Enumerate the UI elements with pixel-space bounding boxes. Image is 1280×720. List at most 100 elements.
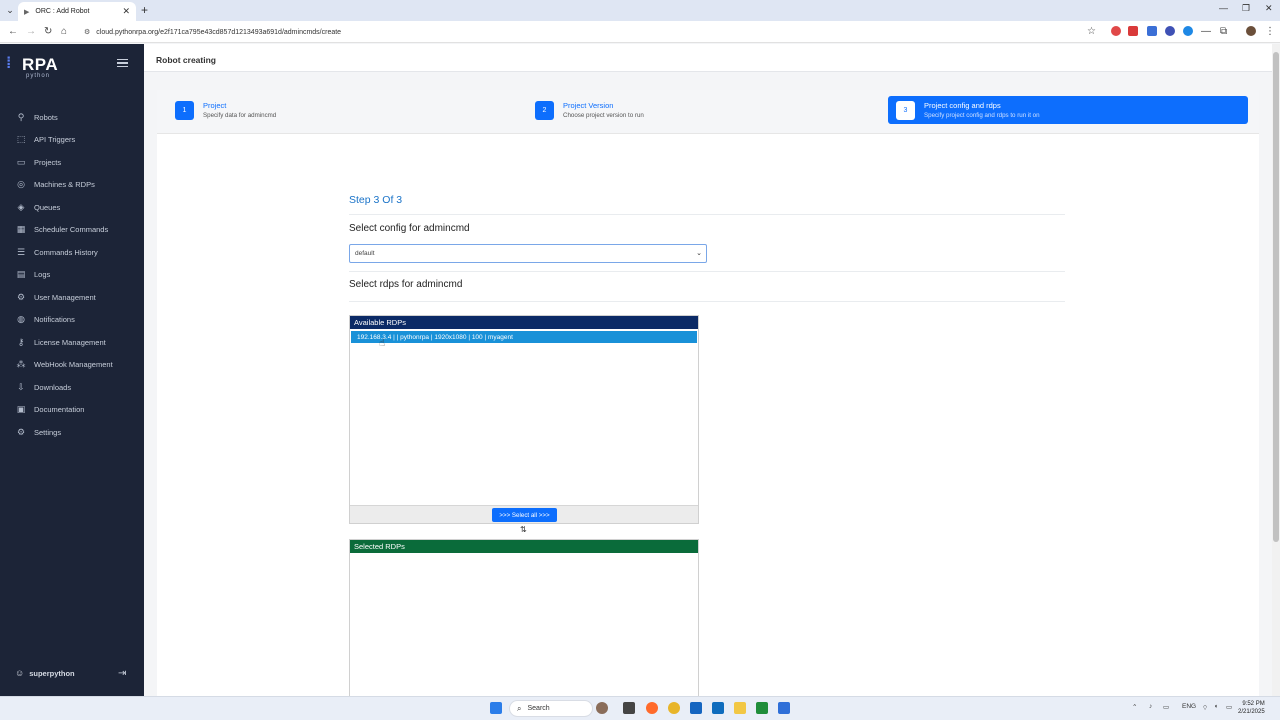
- step-number: 3: [896, 100, 915, 120]
- logo[interactable]: ⁞ RPA python: [6, 55, 58, 79]
- sidebar-item-documentation[interactable]: ▣ Documentation: [0, 399, 144, 422]
- available-rdps-header: Available RDPs: [350, 316, 698, 329]
- sidebar-item-queues[interactable]: ◈ Queues: [0, 196, 144, 219]
- home-icon[interactable]: ⌂: [61, 26, 67, 37]
- sidebar-item-webhook-management[interactable]: ⁂ WebHook Management: [0, 354, 144, 377]
- bookmark-star-icon[interactable]: ☆: [1087, 26, 1096, 37]
- task-view-icon[interactable]: [623, 702, 635, 714]
- file-explorer-icon[interactable]: [734, 702, 746, 714]
- sidebar-item-label: License Management: [34, 337, 106, 347]
- url-field[interactable]: ⚙ cloud.pythonrpa.org/e2f171ca795e43cd85…: [80, 24, 1100, 40]
- wifi-icon[interactable]: ⌔: [1202, 703, 1208, 712]
- divider: [349, 271, 1065, 272]
- language-indicator[interactable]: ENG: [1182, 703, 1196, 710]
- available-rdps-footer: >>> Select all >>>: [350, 505, 698, 523]
- stepper: 1 Project Specify data for admincmd 2 Pr…: [157, 90, 1259, 134]
- sidebar-item-user-management[interactable]: ⚙ User Management: [0, 286, 144, 309]
- bell-icon: ◍: [17, 314, 25, 325]
- app-icon[interactable]: [690, 702, 702, 714]
- mouse-cursor-icon: ☝: [379, 338, 386, 349]
- close-tab-icon[interactable]: ✕: [122, 6, 130, 17]
- browser-menu-icon[interactable]: ⋮: [1265, 26, 1275, 37]
- minimize-icon[interactable]: —: [1219, 3, 1228, 13]
- divider: [349, 301, 1065, 302]
- rdps-section-title: Select rdps for admincmd: [349, 279, 463, 290]
- extension-icon[interactable]: —: [1201, 26, 1211, 37]
- battery-icon[interactable]: ▭: [1226, 703, 1232, 711]
- chevron-up-icon[interactable]: ⌃: [1132, 703, 1137, 711]
- browser-tab[interactable]: ▶ ORC : Add Robot ✕: [18, 2, 136, 21]
- sidebar-item-robots[interactable]: ⚲ Robots: [0, 106, 144, 129]
- sidebar-item-license-management[interactable]: ⚷ License Management: [0, 331, 144, 354]
- extension-icon[interactable]: [1111, 26, 1121, 36]
- profile-avatar[interactable]: [1246, 26, 1256, 36]
- api-icon: ⬚: [16, 134, 26, 145]
- tab-search-icon[interactable]: ⌄: [3, 3, 17, 17]
- sidebar-item-downloads[interactable]: ⇩ Downloads: [0, 376, 144, 399]
- logo-mark-icon: ⁞: [6, 55, 12, 72]
- extension-icon[interactable]: [1165, 26, 1175, 36]
- extension-icon[interactable]: [1128, 26, 1138, 36]
- new-tab-icon[interactable]: +: [141, 3, 148, 17]
- sidebar-item-scheduler-commands[interactable]: ▦ Scheduler Commands: [0, 219, 144, 242]
- extensions-puzzle-icon[interactable]: ⧉: [1220, 26, 1227, 37]
- scrollbar-thumb[interactable]: [1273, 52, 1279, 542]
- system-clock[interactable]: 9:52 PM 2/21/2025: [1238, 700, 1265, 716]
- gear-user-icon: ⚙: [16, 291, 26, 302]
- close-window-icon[interactable]: ✕: [1265, 3, 1273, 14]
- extension-icon[interactable]: [1183, 26, 1193, 36]
- available-rdps-panel: Available RDPs 192.168.3.4 | | pythonrpa…: [349, 315, 699, 524]
- sidebar-item-label: Queues: [34, 202, 61, 212]
- display-icon[interactable]: ▭: [1163, 703, 1169, 711]
- browser-tabbar: ⌄ ▶ ORC : Add Robot ✕ + — ❐ ✕: [0, 0, 1280, 21]
- sidebar-item-label: Projects: [34, 157, 62, 167]
- webhook-icon: ⁂: [16, 359, 26, 370]
- windows-start-icon[interactable]: [490, 702, 502, 714]
- step-project[interactable]: 1 Project Specify data for admincmd: [175, 96, 276, 124]
- divider: [349, 214, 1065, 215]
- hamburger-menu-icon[interactable]: [117, 59, 128, 67]
- reload-icon[interactable]: ↻: [44, 26, 52, 37]
- sidebar-item-projects[interactable]: ▭ Projects: [0, 151, 144, 174]
- step-project-config[interactable]: 3 Project config and rdps Specify projec…: [888, 96, 1248, 124]
- sidebar-item-label: Commands History: [34, 247, 98, 257]
- calculator-icon[interactable]: [778, 702, 790, 714]
- page-scrollbar[interactable]: [1272, 44, 1280, 696]
- step-number: 1: [175, 100, 194, 120]
- config-select[interactable]: default ⌄: [349, 244, 707, 263]
- site-info-icon[interactable]: ⚙: [84, 28, 90, 36]
- book-icon: ▣: [16, 404, 26, 415]
- sidebar-item-label: Robots: [34, 112, 58, 122]
- maximize-icon[interactable]: ❐: [1242, 3, 1250, 14]
- step-title: Project Version: [563, 101, 614, 110]
- logout-icon[interactable]: ⇥: [118, 668, 126, 679]
- extension-icon[interactable]: [1147, 26, 1157, 36]
- rdp-list-item[interactable]: 192.168.3.4 | | pythonrpa | 1920x1080 | …: [351, 331, 697, 343]
- step-subtitle: Choose project version to run: [563, 112, 644, 119]
- select-all-button[interactable]: >>> Select all >>>: [492, 508, 557, 522]
- outlook-icon[interactable]: [712, 702, 724, 714]
- sidebar-item-settings[interactable]: ⚙ Settings: [0, 421, 144, 444]
- microphone-icon[interactable]: ♪: [1149, 703, 1152, 710]
- chevron-down-icon: ⌄: [696, 250, 702, 257]
- forward-icon[interactable]: →: [26, 26, 36, 37]
- drag-handle-icon[interactable]: ⇅: [520, 525, 527, 534]
- user-icon: ☺: [15, 668, 25, 678]
- volume-icon[interactable]: ◖: [1214, 703, 1218, 710]
- sidebar-item-notifications[interactable]: ◍ Notifications: [0, 309, 144, 332]
- current-user[interactable]: ☺ superpython: [15, 668, 75, 678]
- terminal-icon[interactable]: [756, 702, 768, 714]
- chrome-icon[interactable]: [668, 702, 680, 714]
- taskbar: ⌕ Search ⌃ ♪ ▭ ENG ⌔ ◖ ▭ 9:52 PM 2/21/20…: [0, 696, 1280, 720]
- sidebar-item-api-triggers[interactable]: ⬚ API Triggers: [0, 129, 144, 152]
- back-icon[interactable]: ←: [8, 26, 18, 37]
- machine-icon: ◎: [17, 179, 25, 190]
- sidebar-item-machines[interactable]: ◎ Machines & RDPs: [0, 174, 144, 197]
- step-project-version[interactable]: 2 Project Version Choose project version…: [535, 96, 644, 124]
- sidebar-item-commands-history[interactable]: ☰ Commands History: [0, 241, 144, 264]
- sidebar-item-logs[interactable]: ▤ Logs: [0, 264, 144, 287]
- taskbar-search[interactable]: ⌕ Search: [509, 700, 593, 717]
- taskbar-widget-icon[interactable]: [596, 702, 608, 714]
- firefox-icon[interactable]: [646, 702, 658, 714]
- step-title: Project config and rdps: [924, 101, 1001, 110]
